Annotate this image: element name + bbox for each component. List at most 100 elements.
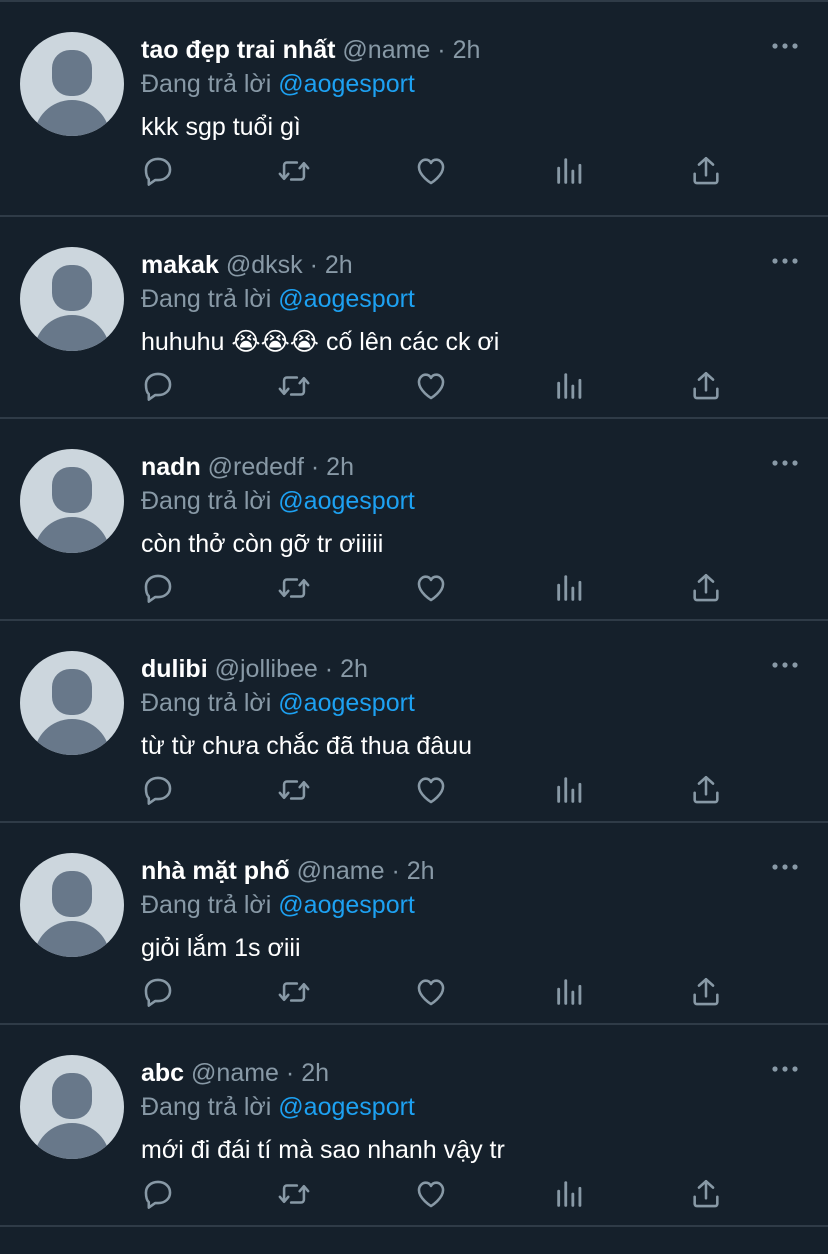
tweet-content: dulibi @jollibee · 2h Đang trả lời @aoge… bbox=[141, 651, 804, 764]
timestamp[interactable]: 2h bbox=[301, 1059, 329, 1087]
display-name[interactable]: tao đẹp trai nhất bbox=[141, 36, 335, 64]
tweet[interactable]: nhà mặt phố @name · 2h Đang trả lời @aog… bbox=[0, 823, 828, 1025]
avatar-head bbox=[52, 871, 92, 917]
tweet-content: tao đẹp trai nhất @name · 2h Đang trả lờ… bbox=[141, 32, 804, 145]
more-horizontal-icon[interactable] bbox=[772, 657, 798, 668]
share-icon[interactable] bbox=[689, 773, 725, 809]
reply-prefix: Đang trả lời bbox=[141, 285, 272, 313]
timestamp[interactable]: 2h bbox=[325, 251, 353, 279]
share-icon[interactable] bbox=[689, 369, 725, 405]
retweet-icon[interactable] bbox=[277, 1177, 313, 1213]
more-horizontal-icon[interactable] bbox=[772, 859, 798, 870]
reply-context: Đang trả lời @aogesport bbox=[141, 1089, 804, 1125]
reply-mention-link[interactable]: @aogesport bbox=[278, 689, 415, 717]
timestamp[interactable]: 2h bbox=[340, 655, 368, 683]
retweet-icon[interactable] bbox=[277, 369, 313, 405]
heart-icon[interactable] bbox=[414, 1177, 450, 1213]
reply-context: Đang trả lời @aogesport bbox=[141, 281, 804, 317]
reply-context: Đang trả lời @aogesport bbox=[141, 887, 804, 923]
avatar-head bbox=[52, 50, 92, 96]
user-handle[interactable]: @jollibee bbox=[215, 655, 318, 683]
analytics-icon[interactable] bbox=[553, 1177, 589, 1213]
tweet[interactable]: nadn @rededf · 2h Đang trả lời @aogespor… bbox=[0, 419, 828, 621]
avatar[interactable] bbox=[20, 247, 124, 351]
more-horizontal-icon[interactable] bbox=[772, 38, 798, 49]
display-name[interactable]: dulibi bbox=[141, 655, 208, 683]
display-name[interactable]: nadn bbox=[141, 453, 201, 481]
heart-icon[interactable] bbox=[414, 975, 450, 1011]
reply-icon[interactable] bbox=[141, 571, 177, 607]
avatar-body bbox=[34, 1123, 110, 1159]
reply-icon[interactable] bbox=[141, 975, 177, 1011]
reply-prefix: Đang trả lời bbox=[141, 689, 272, 717]
retweet-icon[interactable] bbox=[277, 154, 313, 190]
avatar[interactable] bbox=[20, 853, 124, 957]
separator-dot: · bbox=[309, 251, 318, 279]
reply-icon[interactable] bbox=[141, 369, 177, 405]
reply-icon[interactable] bbox=[141, 773, 177, 809]
avatar[interactable] bbox=[20, 1055, 124, 1159]
tweet[interactable]: tao đẹp trai nhất @name · 2h Đang trả lờ… bbox=[0, 0, 828, 217]
reply-mention-link[interactable]: @aogesport bbox=[278, 70, 415, 98]
timestamp[interactable]: 2h bbox=[407, 857, 435, 885]
display-name[interactable]: abc bbox=[141, 1059, 184, 1087]
reply-prefix: Đang trả lời bbox=[141, 70, 272, 98]
tweet-content: makak @dksk · 2h Đang trả lời @aogesport… bbox=[141, 247, 804, 360]
share-icon[interactable] bbox=[689, 571, 725, 607]
user-handle[interactable]: @rededf bbox=[208, 453, 304, 481]
more-horizontal-icon[interactable] bbox=[772, 455, 798, 466]
tweet[interactable]: abc @name · 2h Đang trả lời @aogesport m… bbox=[0, 1025, 828, 1227]
retweet-icon[interactable] bbox=[277, 773, 313, 809]
avatar-head bbox=[52, 1073, 92, 1119]
heart-icon[interactable] bbox=[414, 571, 450, 607]
avatar-head bbox=[52, 669, 92, 715]
avatar[interactable] bbox=[20, 449, 124, 553]
tweet-actions bbox=[141, 154, 731, 190]
tweet[interactable]: dulibi @jollibee · 2h Đang trả lời @aoge… bbox=[0, 621, 828, 823]
analytics-icon[interactable] bbox=[553, 369, 589, 405]
retweet-icon[interactable] bbox=[277, 571, 313, 607]
more-horizontal-icon[interactable] bbox=[772, 1061, 798, 1072]
timestamp[interactable]: 2h bbox=[453, 36, 481, 64]
user-handle[interactable]: @name bbox=[297, 857, 385, 885]
avatar[interactable] bbox=[20, 651, 124, 755]
display-name[interactable]: makak bbox=[141, 251, 219, 279]
reply-icon[interactable] bbox=[141, 154, 177, 190]
user-handle[interactable]: @name bbox=[191, 1059, 279, 1087]
analytics-icon[interactable] bbox=[553, 154, 589, 190]
heart-icon[interactable] bbox=[414, 154, 450, 190]
avatar-head bbox=[52, 467, 92, 513]
share-icon[interactable] bbox=[689, 1177, 725, 1213]
tweet-actions bbox=[141, 1177, 731, 1213]
timestamp[interactable]: 2h bbox=[326, 453, 354, 481]
avatar-body bbox=[34, 517, 110, 553]
retweet-icon[interactable] bbox=[277, 975, 313, 1011]
tweet-header: nhà mặt phố @name · 2h bbox=[141, 853, 804, 889]
reply-mention-link[interactable]: @aogesport bbox=[278, 487, 415, 515]
heart-icon[interactable] bbox=[414, 773, 450, 809]
share-icon[interactable] bbox=[689, 975, 725, 1011]
tweet-actions bbox=[141, 975, 731, 1011]
avatar[interactable] bbox=[20, 32, 124, 136]
separator-dot: · bbox=[391, 857, 400, 885]
user-handle[interactable]: @dksk bbox=[226, 251, 303, 279]
separator-dot: · bbox=[324, 655, 334, 683]
tweet-text: giỏi lắm 1s ơiii bbox=[141, 934, 301, 962]
heart-icon[interactable] bbox=[414, 369, 450, 405]
reply-icon[interactable] bbox=[141, 1177, 177, 1213]
analytics-icon[interactable] bbox=[553, 571, 589, 607]
tweet[interactable]: makak @dksk · 2h Đang trả lời @aogesport… bbox=[0, 217, 828, 419]
analytics-icon[interactable] bbox=[553, 773, 589, 809]
separator-dot: · bbox=[285, 1059, 295, 1087]
reply-mention-link[interactable]: @aogesport bbox=[278, 1093, 415, 1121]
reply-prefix: Đang trả lời bbox=[141, 1093, 272, 1121]
analytics-icon[interactable] bbox=[553, 975, 589, 1011]
more-horizontal-icon[interactable] bbox=[772, 253, 798, 264]
display-name[interactable]: nhà mặt phố bbox=[141, 857, 297, 885]
reply-prefix: Đang trả lời bbox=[141, 891, 272, 919]
reply-mention-link[interactable]: @aogesport bbox=[278, 891, 415, 919]
avatar-body bbox=[34, 100, 110, 136]
user-handle[interactable]: @name bbox=[342, 36, 430, 64]
reply-mention-link[interactable]: @aogesport bbox=[278, 285, 415, 313]
share-icon[interactable] bbox=[689, 154, 725, 190]
